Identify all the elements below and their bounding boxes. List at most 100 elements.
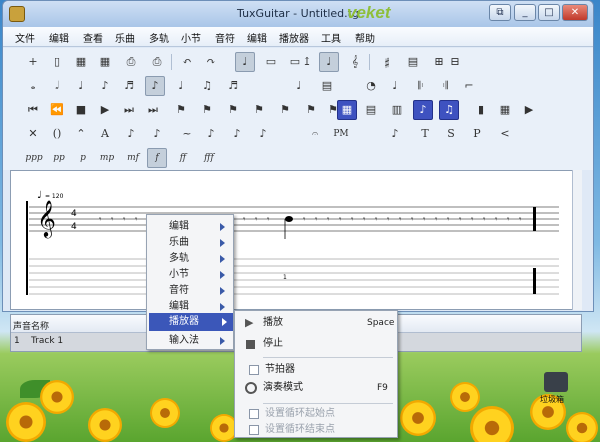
submenu-item-practice[interactable]: 演奏模式 F9 <box>237 379 397 397</box>
marker-list-icon[interactable]: ⚑ <box>225 102 241 118</box>
tapping-icon[interactable]: T <box>417 126 433 142</box>
menu-tools[interactable]: 工具 <box>321 30 341 45</box>
transport-view-icon[interactable]: ♪ <box>413 100 433 120</box>
menu-measure[interactable]: 小节 <box>181 30 201 45</box>
page-layout-icon[interactable]: 𝄰 <box>379 54 395 70</box>
submenu-item-loop-end[interactable]: 设置循环结束点 <box>237 421 397 439</box>
trash-icon[interactable] <box>544 372 568 392</box>
mixer-view-icon[interactable]: ♫ <box>439 100 459 120</box>
compact-layout-icon[interactable]: ⊟ <box>447 54 463 70</box>
marker-add-icon[interactable]: ⚑ <box>199 102 215 118</box>
play-preview-icon[interactable]: ▶ <box>521 102 537 118</box>
multitrack-layout-icon[interactable]: ⊞ <box>431 54 447 70</box>
eighth-note-icon[interactable]: ♪ <box>97 78 113 94</box>
save-as-icon[interactable]: ▦ <box>97 54 113 70</box>
repeat-open-icon[interactable]: 𝄆 <box>413 78 429 94</box>
accent-icon[interactable]: ⌃ <box>73 126 89 142</box>
tempo-icon[interactable]: ♩ <box>387 78 403 94</box>
dynamic-pp-icon[interactable]: pp <box>51 150 67 166</box>
menu-track[interactable]: 多轨 <box>149 30 169 45</box>
linear-layout-icon[interactable]: ▤ <box>405 54 421 70</box>
print-icon[interactable]: ⎙ <box>123 54 139 70</box>
new-file-icon[interactable]: + <box>25 54 41 70</box>
play-icon[interactable]: ▶ <box>97 102 113 118</box>
natural-key-icon[interactable]: ▭ <box>263 54 279 70</box>
grace-note-icon[interactable]: ♪ <box>149 126 165 142</box>
layout-icon[interactable]: ↥ <box>299 54 315 70</box>
slapping-icon[interactable]: S <box>443 126 459 142</box>
metronome-checkbox[interactable] <box>249 365 259 375</box>
tuplet-icon[interactable]: ♬ <box>225 78 241 94</box>
menu-help[interactable]: 帮助 <box>355 30 375 45</box>
fretboard-view-icon[interactable]: ▦ <box>337 100 357 120</box>
restore-button[interactable]: ⧉ <box>489 4 511 21</box>
heavy-accent-icon[interactable]: A <box>97 126 113 142</box>
print-preview-icon[interactable]: ⎙ <box>149 54 165 70</box>
menu-note[interactable]: 音符 <box>215 30 235 45</box>
thirtysecond-note-icon[interactable]: ♪ <box>145 76 165 96</box>
double-dotted-icon[interactable]: ♫ <box>199 78 215 94</box>
context-item-input-method[interactable]: 输入法 <box>149 332 231 350</box>
popping-icon[interactable]: P <box>469 126 485 142</box>
menu-edit[interactable]: 编辑 <box>49 30 69 45</box>
channel-settings-icon[interactable]: ▦ <box>497 102 513 118</box>
slide-icon[interactable]: ♪ <box>255 126 271 142</box>
dotted-note-icon[interactable]: ♩ <box>173 78 189 94</box>
alternate-ending-icon[interactable]: ⌐ <box>461 78 477 94</box>
dynamic-mp-icon[interactable]: mp <box>99 150 115 166</box>
score-vertical-scrollbar[interactable] <box>572 170 582 310</box>
piano-view-icon[interactable]: ▤ <box>363 102 379 118</box>
stop-icon[interactable]: ■ <box>73 102 89 118</box>
loop-start-checkbox[interactable] <box>249 409 259 419</box>
tuner-icon[interactable]: ▮ <box>473 102 489 118</box>
metronome-icon[interactable]: ◔ <box>363 78 379 94</box>
whole-note-icon[interactable]: 𝅝 <box>25 78 41 94</box>
half-note-icon[interactable]: 𝅗𝅥 <box>49 78 65 94</box>
menu-player[interactable]: 播放器 <box>279 30 309 45</box>
dynamic-mf-icon[interactable]: mf <box>125 150 141 166</box>
staccato-icon[interactable]: ♪ <box>387 126 403 142</box>
open-file-icon[interactable]: ▯ <box>49 54 65 70</box>
tremolo-bar-icon[interactable]: ♪ <box>229 126 245 142</box>
vibrato-icon[interactable]: ~ <box>179 126 195 142</box>
marker-first-icon[interactable]: ⚑ <box>251 102 267 118</box>
fermata-icon[interactable]: 𝄐 <box>307 126 323 142</box>
first-measure-icon[interactable]: ⏮ <box>25 102 41 118</box>
undo-icon[interactable]: ↶ <box>179 54 195 70</box>
save-icon[interactable]: ▦ <box>73 54 89 70</box>
dynamic-p-icon[interactable]: p <box>75 150 91 166</box>
minimize-button[interactable]: _ <box>514 4 536 21</box>
submenu-item-play[interactable]: ▶ 播放 Space <box>237 314 397 332</box>
maximize-button[interactable]: □ <box>538 4 560 21</box>
last-measure-icon[interactable]: ⏭ <box>145 102 161 118</box>
menu-composition[interactable]: 乐曲 <box>115 30 135 45</box>
dead-note-icon[interactable]: ✕ <box>25 126 41 142</box>
score-editor[interactable]: 𝄞 ♩ = 120 4 4 𝄾 𝄾 𝄾 𝄾 𝄾 𝄾 𝄾 𝄾 𝄾 𝄾 𝄾 𝄾 𝄾 𝄾 𝄾 𝄾 𝄾 𝄾 𝄾 𝄾 𝄾… <box>10 170 582 310</box>
marker-icon[interactable]: ⚑ <box>173 102 189 118</box>
redo-icon[interactable]: ↷ <box>203 54 219 70</box>
dynamic-f-icon[interactable]: f <box>147 148 167 168</box>
dynamic-ppp-icon[interactable]: ppp <box>23 150 45 166</box>
context-item-player[interactable]: 播放器 <box>149 313 233 331</box>
dynamic-ff-icon[interactable]: ff <box>175 150 191 166</box>
loop-end-checkbox[interactable] <box>249 425 259 435</box>
menu-view[interactable]: 查看 <box>83 30 103 45</box>
marker-previous-icon[interactable]: ⚑ <box>277 102 293 118</box>
dynamic-fff-icon[interactable]: fff <box>199 150 219 166</box>
next-measure-icon[interactable]: ⏭ <box>121 102 137 118</box>
previous-measure-icon[interactable]: ⏪ <box>49 102 65 118</box>
ghost-note-icon[interactable]: () <box>49 126 65 142</box>
submenu-item-metronome[interactable]: 节拍器 <box>237 361 397 379</box>
sixteenth-note-icon[interactable]: ♬ <box>121 78 137 94</box>
fade-in-icon[interactable]: < <box>497 126 513 142</box>
menu-edit-2[interactable]: 编辑 <box>247 30 267 45</box>
score-view-icon[interactable]: ♩ <box>319 52 339 72</box>
submenu-item-stop[interactable]: 停止 <box>237 335 397 353</box>
harmonic-icon[interactable]: ♪ <box>123 126 139 142</box>
close-button[interactable]: ✕ <box>562 4 588 21</box>
matrix-view-icon[interactable]: ▥ <box>389 102 405 118</box>
note-properties-icon[interactable]: ▤ <box>319 78 335 94</box>
tie-note-icon[interactable]: ♩ <box>291 78 307 94</box>
marker-next-icon[interactable]: ⚑ <box>303 102 319 118</box>
quarter-note-icon[interactable]: ♩ <box>73 78 89 94</box>
